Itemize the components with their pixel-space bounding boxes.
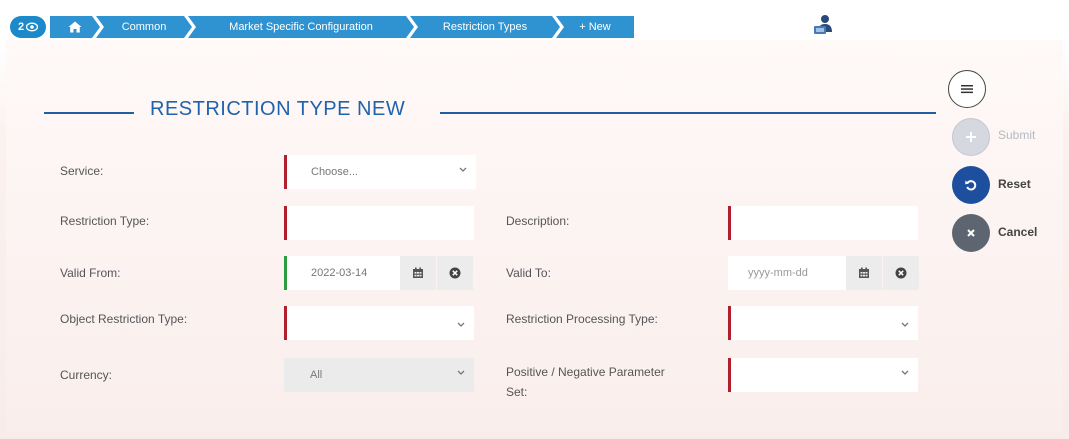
pos-neg-param-set-label: Positive / Negative Parameter Set: (506, 362, 665, 402)
chevron-down-icon (457, 322, 465, 327)
cancel-button[interactable] (952, 214, 990, 252)
valid-from-value: 2022-03-14 (311, 267, 368, 279)
pos-neg-param-set-label-line1: Positive / Negative Parameter (506, 365, 665, 379)
close-icon (967, 229, 975, 237)
clear-icon (449, 267, 461, 279)
pos-neg-param-set-label-line2: Set: (506, 385, 528, 399)
clear-icon (895, 267, 907, 279)
description-input[interactable] (728, 206, 918, 240)
valid-to-placeholder: yyyy-mm-dd (748, 267, 808, 279)
breadcrumb-label: Common (121, 21, 167, 33)
breadcrumb-label: Restriction Types (442, 21, 528, 33)
reset-label[interactable]: Reset (998, 177, 1031, 191)
plus-icon (966, 132, 976, 142)
open-tabs-counter[interactable]: 2 (10, 16, 46, 38)
chevron-down-icon (459, 167, 467, 172)
valid-from-clear-button[interactable] (437, 256, 473, 290)
cancel-label[interactable]: Cancel (998, 225, 1037, 239)
reset-button[interactable] (952, 166, 990, 204)
breadcrumb-label: + New (579, 21, 611, 33)
users-icon[interactable] (810, 14, 836, 38)
service-label: Service: (60, 164, 104, 178)
breadcrumb-home[interactable] (50, 16, 100, 38)
undo-icon (965, 180, 977, 191)
chevron-down-icon (901, 370, 909, 375)
menu-button[interactable] (948, 70, 986, 108)
valid-from-input[interactable]: 2022-03-14 (284, 256, 400, 290)
restriction-type-label: Restriction Type: (60, 214, 150, 228)
home-icon (68, 21, 82, 33)
currency-label: Currency: (60, 368, 113, 382)
breadcrumb-common[interactable]: Common (96, 16, 192, 38)
submit-button[interactable] (952, 118, 990, 156)
submit-label[interactable]: Submit (998, 128, 1035, 142)
valid-from-calendar-button[interactable] (400, 256, 436, 290)
title-divider-right (440, 112, 936, 114)
valid-to-label: Valid To: (506, 266, 551, 280)
description-label: Description: (506, 214, 570, 228)
restriction-processing-type-select[interactable] (728, 306, 918, 340)
breadcrumb-market-specific-configuration[interactable]: Market Specific Configuration (188, 16, 414, 38)
currency-select-value: All (310, 369, 323, 381)
chevron-down-icon (457, 370, 465, 375)
restriction-processing-type-label: Restriction Processing Type: (506, 312, 658, 326)
open-tabs-count: 2 (17, 21, 25, 33)
pos-neg-param-set-select[interactable] (728, 358, 918, 392)
chevron-down-icon (901, 322, 909, 327)
service-select-value: Choose... (311, 166, 359, 178)
valid-to-clear-button[interactable] (883, 256, 919, 290)
object-restriction-type-select[interactable] (284, 306, 474, 340)
valid-to-calendar-button[interactable] (846, 256, 882, 290)
breadcrumb-restriction-types[interactable]: Restriction Types (410, 16, 560, 38)
eye-icon (26, 22, 39, 32)
restriction-type-input[interactable] (284, 206, 474, 240)
breadcrumb-label: Market Specific Configuration (229, 21, 373, 33)
list-icon (961, 85, 973, 94)
page-title: RESTRICTION TYPE NEW (150, 98, 406, 120)
service-select[interactable]: Choose... (284, 155, 476, 189)
currency-select[interactable]: All (284, 358, 474, 392)
valid-from-label: Valid From: (60, 266, 121, 280)
title-divider-left (44, 112, 134, 114)
valid-to-input[interactable]: yyyy-mm-dd (728, 256, 846, 290)
calendar-icon (859, 267, 869, 278)
breadcrumb-new[interactable]: + New (556, 16, 634, 38)
object-restriction-type-label: Object Restriction Type: (60, 312, 188, 326)
calendar-icon (413, 267, 423, 278)
